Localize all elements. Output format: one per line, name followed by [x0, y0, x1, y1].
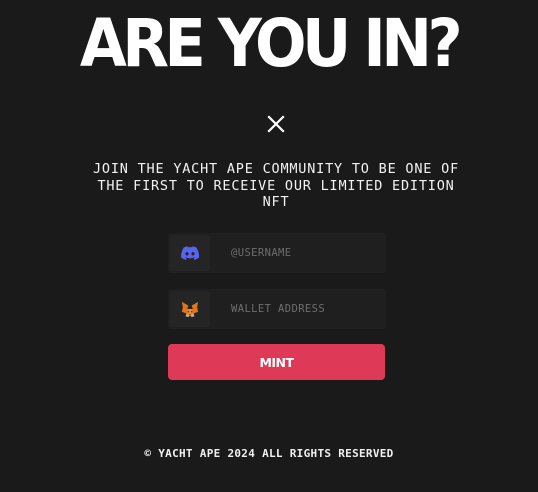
metamask-fox-icon	[170, 291, 210, 327]
close-icon[interactable]	[266, 114, 286, 134]
username-input[interactable]	[219, 234, 379, 272]
hero-title: ARE YOU IN?	[79, 5, 463, 82]
signup-tagline: JOIN THE YACHT APE COMMUNITY TO BE ONE O…	[92, 161, 460, 210]
username-field	[168, 233, 386, 273]
wallet-field	[168, 289, 386, 329]
mint-button[interactable]: MINT	[168, 344, 385, 380]
footer-copyright: © YACHT APE 2024 ALL RIGHTS RESERVED	[144, 447, 394, 460]
discord-icon	[170, 235, 210, 271]
wallet-address-input[interactable]	[219, 290, 379, 328]
